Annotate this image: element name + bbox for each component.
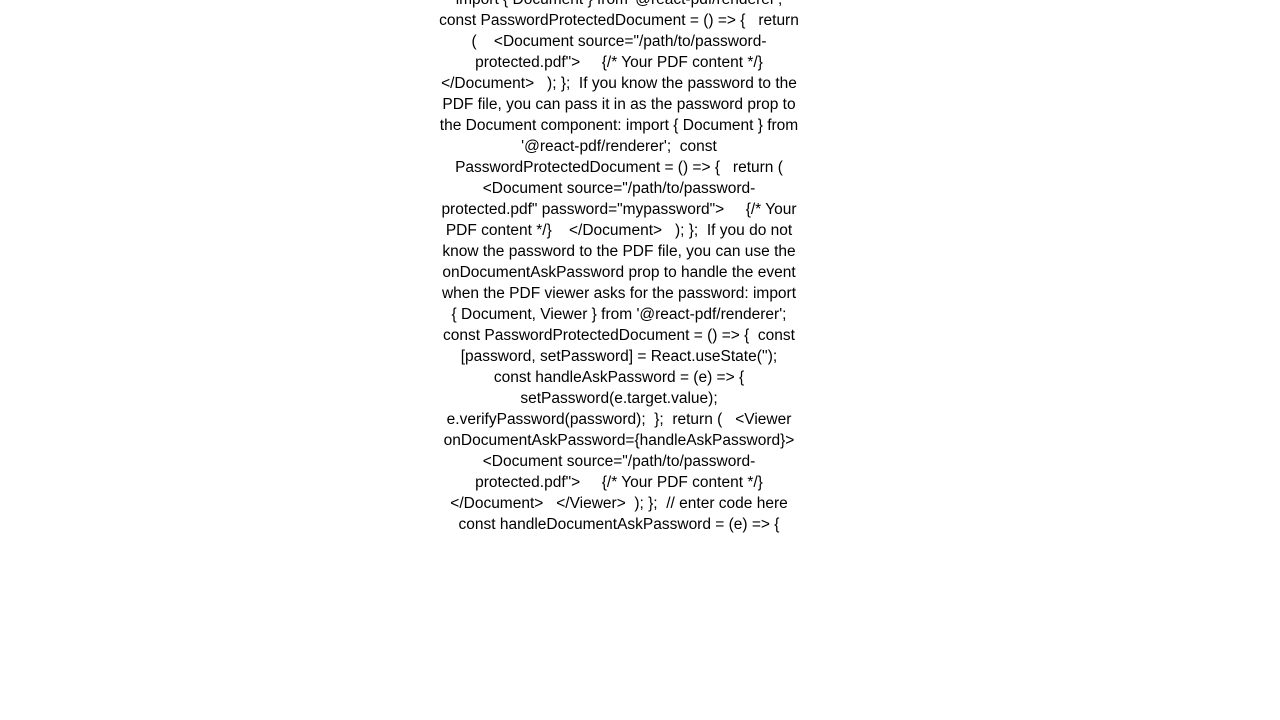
document-body-text: import { Document } from '@react-pdf/ren… [439,0,799,533]
page-viewport: import { Document } from '@react-pdf/ren… [0,0,1280,720]
